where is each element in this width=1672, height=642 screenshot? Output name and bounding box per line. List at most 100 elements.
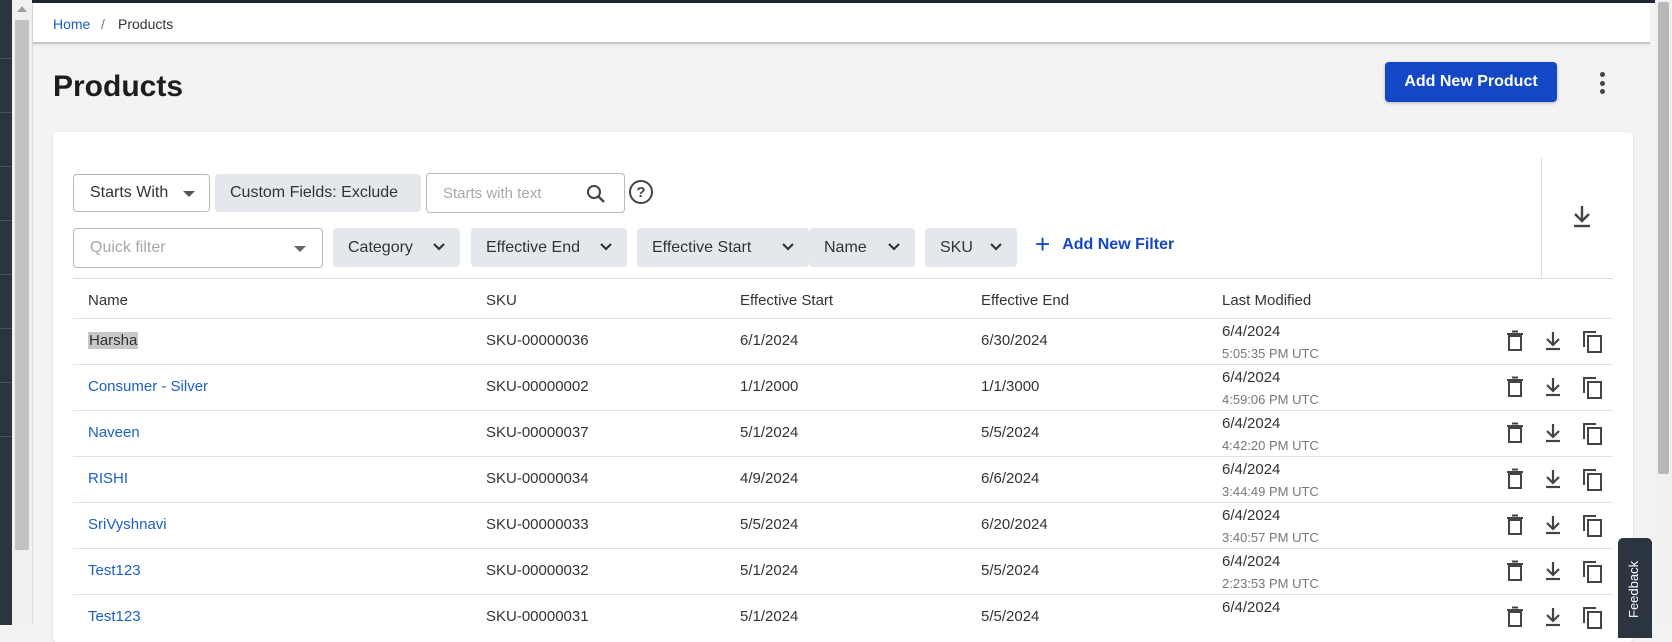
caret-down-icon	[294, 246, 306, 252]
quick-filter-select[interactable]: Quick filter	[73, 228, 323, 268]
row-divider	[73, 410, 1613, 411]
scroll-thumb[interactable]	[15, 20, 29, 550]
chevron-down-icon	[888, 243, 900, 251]
column-header-name[interactable]: Name	[88, 292, 128, 309]
effective-end-date: 6/20/2024	[981, 516, 1048, 533]
trash-icon[interactable]	[1505, 422, 1525, 449]
copy-icon[interactable]	[1581, 514, 1603, 543]
add-new-product-button[interactable]: Add New Product	[1385, 62, 1557, 102]
filter-chip-effective-start[interactable]: Effective Start	[637, 228, 809, 267]
product-name-link[interactable]: Harsha	[88, 332, 139, 349]
scroll-up-arrow-icon[interactable]	[17, 6, 27, 12]
more-options-icon[interactable]	[1592, 70, 1612, 96]
last-modified-date: 6/4/2024	[1222, 323, 1281, 340]
search-icon[interactable]	[586, 184, 606, 204]
last-modified-date: 6/4/2024	[1222, 415, 1281, 432]
feedback-tab[interactable]: Feedback	[1618, 538, 1652, 638]
effective-end-date: 5/5/2024	[981, 608, 1040, 625]
filter-chip-sku[interactable]: SKU	[925, 228, 1017, 267]
match-mode-value: Starts With	[90, 184, 169, 201]
chevron-down-icon	[433, 243, 445, 251]
row-divider	[73, 364, 1613, 365]
copy-icon[interactable]	[1581, 468, 1603, 497]
quick-filter-placeholder: Quick filter	[90, 239, 166, 256]
last-modified-date: 6/4/2024	[1222, 461, 1281, 478]
match-mode-select[interactable]: Starts With	[73, 174, 210, 212]
product-name-link[interactable]: Test123	[88, 608, 141, 625]
effective-end-date: 6/30/2024	[981, 332, 1048, 349]
breadcrumb-home-link[interactable]: Home	[53, 16, 90, 32]
trash-icon[interactable]	[1505, 376, 1525, 403]
download-icon[interactable]	[1543, 514, 1563, 541]
effective-end-date: 1/1/3000	[981, 378, 1040, 395]
filter-chip-category[interactable]: Category	[333, 228, 460, 267]
toolbar-divider	[1541, 158, 1542, 278]
download-icon[interactable]	[1543, 468, 1563, 495]
trash-icon[interactable]	[1505, 514, 1525, 541]
column-header-effective-end[interactable]: Effective End	[981, 292, 1069, 309]
left-scrollbar[interactable]	[12, 0, 33, 625]
product-name-link[interactable]: Consumer - Silver	[88, 378, 208, 395]
product-name-link[interactable]: RISHI	[88, 470, 128, 487]
trash-icon[interactable]	[1505, 468, 1525, 495]
add-new-filter-button[interactable]: + Add New Filter	[1035, 228, 1175, 259]
filter-chip-effective-end[interactable]: Effective End	[471, 228, 627, 267]
effective-start-date: 4/9/2024	[740, 470, 799, 487]
page-scrollbar[interactable]	[1655, 0, 1672, 625]
last-modified-date: 6/4/2024	[1222, 369, 1281, 386]
custom-fields-toggle[interactable]: Custom Fields: Exclude	[215, 174, 421, 212]
effective-end-date: 5/5/2024	[981, 424, 1040, 441]
search-input[interactable]: Starts with text	[426, 173, 625, 213]
copy-icon[interactable]	[1581, 560, 1603, 589]
effective-end-date: 5/5/2024	[981, 562, 1040, 579]
help-icon[interactable]: ?	[629, 180, 653, 204]
copy-icon[interactable]	[1581, 330, 1603, 359]
copy-icon[interactable]	[1581, 422, 1603, 451]
product-name-link[interactable]: Naveen	[88, 424, 140, 441]
trash-icon[interactable]	[1505, 606, 1525, 633]
product-name-link[interactable]: Test123	[88, 562, 141, 579]
filter-chip-label: Name	[824, 238, 867, 256]
page-scroll-thumb[interactable]	[1658, 2, 1669, 474]
download-icon[interactable]	[1543, 560, 1563, 587]
search-placeholder: Starts with text	[443, 184, 542, 202]
last-modified-date: 6/4/2024	[1222, 553, 1281, 570]
breadcrumb-separator: /	[101, 16, 105, 32]
add-new-filter-label: Add New Filter	[1062, 236, 1175, 253]
chevron-down-icon	[600, 243, 612, 251]
filter-chip-label: Category	[348, 238, 413, 256]
effective-start-date: 5/5/2024	[740, 516, 799, 533]
column-header-last-modified[interactable]: Last Modified	[1222, 292, 1311, 309]
chevron-down-icon	[990, 243, 1002, 251]
download-icon[interactable]	[1543, 606, 1563, 633]
app-rail	[0, 0, 12, 625]
last-modified-time: 4:59:06 PM UTC	[1222, 392, 1319, 407]
last-modified-time: 5:05:35 PM UTC	[1222, 346, 1319, 361]
effective-end-date: 6/6/2024	[981, 470, 1040, 487]
breadcrumb-current: Products	[118, 16, 174, 32]
product-sku: SKU-00000031	[486, 608, 589, 625]
feedback-label: Feedback	[1626, 560, 1641, 618]
download-icon[interactable]	[1543, 330, 1563, 357]
product-sku: SKU-00000002	[486, 378, 589, 395]
product-sku: SKU-00000036	[486, 332, 589, 349]
product-sku: SKU-00000033	[486, 516, 589, 533]
export-download-icon[interactable]	[1570, 204, 1594, 230]
product-name-link[interactable]: SriVyshnavi	[88, 516, 167, 533]
column-header-effective-start[interactable]: Effective Start	[740, 292, 833, 309]
row-divider	[73, 456, 1613, 457]
row-divider	[73, 594, 1613, 595]
filter-chip-name[interactable]: Name	[809, 228, 915, 267]
effective-start-date: 5/1/2024	[740, 424, 799, 441]
trash-icon[interactable]	[1505, 330, 1525, 357]
plus-icon: +	[1035, 228, 1051, 259]
column-header-sku[interactable]: SKU	[486, 292, 517, 309]
last-modified-time: 3:40:57 PM UTC	[1222, 530, 1319, 545]
copy-icon[interactable]	[1581, 376, 1603, 405]
effective-start-date: 1/1/2000	[740, 378, 799, 395]
download-icon[interactable]	[1543, 422, 1563, 449]
trash-icon[interactable]	[1505, 560, 1525, 587]
copy-icon[interactable]	[1581, 606, 1603, 635]
page-title: Products	[53, 70, 184, 103]
download-icon[interactable]	[1543, 376, 1563, 403]
